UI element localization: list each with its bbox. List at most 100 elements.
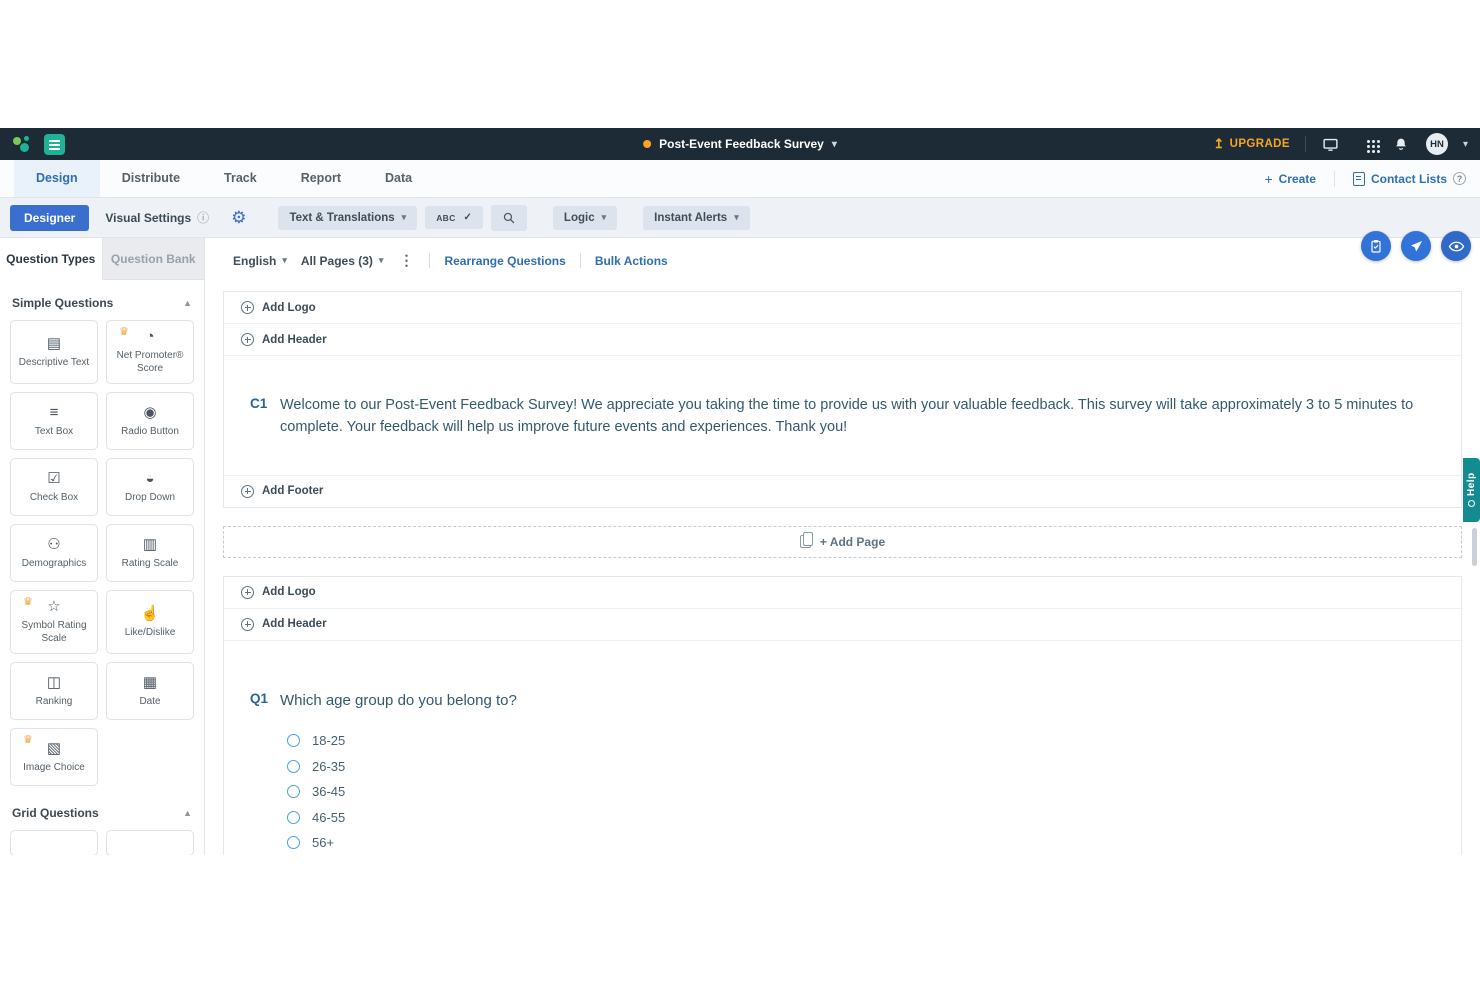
tab-data[interactable]: Data	[363, 160, 434, 197]
question-type-date[interactable]: ▦Date	[106, 662, 194, 720]
bell-icon[interactable]	[1391, 134, 1411, 154]
tab-distribute[interactable]: Distribute	[100, 160, 202, 197]
scrollbar-thumb[interactable]	[1472, 528, 1477, 566]
rearrange-questions-link[interactable]: Rearrange Questions	[444, 254, 565, 268]
add-logo-row[interactable]: Add Logo	[224, 292, 1461, 324]
question-type-card[interactable]	[10, 830, 98, 855]
divider	[1305, 136, 1306, 152]
add-header-label: Add Header	[262, 334, 327, 346]
contact-lists-button[interactable]: Contact Lists ?	[1353, 172, 1466, 186]
help-tab[interactable]: Help	[1463, 458, 1480, 522]
section-header-simple-questions[interactable]: Simple Questions ▲	[10, 288, 194, 320]
question-type-rating-scale[interactable]: ▥ Rating Scale	[106, 524, 194, 582]
question-type-label: Drop Down	[125, 491, 175, 504]
sidebar-tab-question-bank[interactable]: Question Bank	[102, 238, 205, 280]
collapse-arrow-icon[interactable]: ▲	[183, 298, 192, 308]
sidebar-body: Simple Questions ▲ ▤Descriptive Text♛◔Net …	[0, 280, 204, 855]
question-q1[interactable]: Q1 Which age group do you belong to? 18-…	[224, 641, 1461, 855]
kebab-menu-icon[interactable]: ⋮	[397, 252, 415, 269]
question-type-grid	[10, 830, 194, 855]
nav-tabs: DesignDistributeTrackReportData	[14, 160, 434, 197]
question-type-grid: ▤Descriptive Text♛◔Net Promoter® Score≡T…	[10, 320, 194, 786]
sidebar: Question TypesQuestion Bank Simple Quest…	[0, 238, 205, 855]
find-replace-button[interactable]	[491, 205, 527, 231]
descriptive-text-icon: ▤	[47, 336, 61, 351]
tab-design[interactable]: Design	[14, 160, 100, 197]
visual-settings-label: Visual Settings	[105, 211, 191, 225]
question-type-symbol-rating-scale[interactable]: ♛☆Symbol Rating Scale	[10, 590, 98, 654]
language-selector[interactable]: English ▾	[233, 254, 287, 268]
chevron-down-icon: ▾	[282, 255, 287, 266]
radio-circle-icon	[287, 836, 300, 849]
rating-scale-icon: ▥	[143, 537, 157, 552]
review-button[interactable]	[1361, 231, 1391, 261]
publish-button[interactable]	[1401, 231, 1431, 261]
nav-row: DesignDistributeTrackReportData + Create…	[0, 160, 1480, 198]
instant-alerts-button[interactable]: Instant Alerts ▾	[643, 206, 750, 230]
question-type-image-choice[interactable]: ♛▧Image Choice	[10, 728, 98, 786]
question-type-ranking[interactable]: ◫Ranking	[10, 662, 98, 720]
question-type-card[interactable]	[106, 830, 194, 855]
add-header-row[interactable]: Add Header	[224, 324, 1461, 356]
apps-grid-icon[interactable]	[1356, 134, 1376, 154]
question-type-net-promoter-score[interactable]: ♛◔Net Promoter® Score	[106, 320, 194, 384]
section-header-grid-questions[interactable]: Grid Questions▲	[10, 798, 194, 830]
question-type-radio-button[interactable]: ◉Radio Button	[106, 392, 194, 450]
tool-group: Text & Translations ▾ ABC ✓ Logic ▾	[278, 205, 749, 231]
question-type-demographics[interactable]: ⚇Demographics	[10, 524, 98, 582]
question-type-text-box[interactable]: ≡Text Box	[10, 392, 98, 450]
question-type-descriptive-text[interactable]: ▤Descriptive Text	[10, 320, 98, 384]
help-circle-icon[interactable]: ?	[1453, 172, 1466, 185]
survey-menu-icon[interactable]	[44, 134, 65, 155]
answer-option[interactable]: 46-55	[287, 805, 1435, 831]
visual-settings-button[interactable]: Visual Settings ⓘ	[97, 203, 217, 232]
monitor-icon[interactable]	[1321, 134, 1341, 154]
question-type-check-box[interactable]: ☑Check Box	[10, 458, 98, 516]
text-box-icon: ≡	[50, 405, 59, 420]
question-type-like-dislike[interactable]: ☝Like/Dislike	[106, 590, 194, 654]
survey-designer-app: Post-Event Feedback Survey ▾ ↥ UPGRADE H…	[0, 128, 1480, 855]
bulk-actions-link[interactable]: Bulk Actions	[595, 254, 668, 268]
tab-report[interactable]: Report	[279, 160, 363, 197]
avatar[interactable]: HN	[1426, 133, 1448, 155]
answer-option[interactable]: 26-35	[287, 754, 1435, 780]
survey-title-group[interactable]: Post-Event Feedback Survey ▾	[643, 137, 837, 151]
add-page-button[interactable]: + Add Page	[223, 526, 1462, 558]
premium-crown-icon: ♛	[23, 597, 33, 608]
pages-selector[interactable]: All Pages (3) ▾	[301, 254, 384, 268]
divider	[580, 253, 581, 268]
spellcheck-button[interactable]: ABC ✓	[425, 206, 483, 229]
preview-button[interactable]	[1441, 231, 1471, 261]
radio-circle-icon	[287, 811, 300, 824]
add-header-row[interactable]: Add Header	[224, 609, 1461, 641]
question-type-label: Date	[139, 695, 160, 708]
sogolytics-logo[interactable]	[12, 134, 32, 154]
add-page-label: + Add Page	[820, 535, 885, 549]
logic-button[interactable]: Logic ▾	[553, 206, 617, 230]
add-header-label: Add Header	[262, 618, 327, 630]
designer-button[interactable]: Designer	[10, 205, 89, 231]
question-code: Q1	[250, 689, 280, 855]
gear-icon[interactable]: ⚙	[225, 208, 252, 228]
plus-icon: +	[1264, 171, 1272, 187]
question-type-drop-down[interactable]: ◒Drop Down	[106, 458, 194, 516]
create-button[interactable]: + Create	[1264, 171, 1316, 187]
section-title: Simple Questions	[12, 296, 113, 310]
help-label: Help	[1466, 473, 1477, 497]
logic-label: Logic	[564, 212, 595, 224]
text-translations-button[interactable]: Text & Translations ▾	[278, 206, 417, 230]
plus-circle-icon	[241, 586, 254, 599]
chevron-down-icon[interactable]: ▾	[1463, 139, 1468, 150]
answer-option[interactable]: 18-25	[287, 728, 1435, 754]
radio-circle-icon	[287, 760, 300, 773]
collapse-arrow-icon[interactable]: ▲	[183, 808, 192, 818]
add-logo-row[interactable]: Add Logo	[224, 577, 1461, 609]
answer-option[interactable]: 56+	[287, 830, 1435, 855]
add-footer-row[interactable]: Add Footer	[224, 475, 1461, 507]
question-c1[interactable]: C1 Welcome to our Post-Event Feedback Su…	[224, 356, 1461, 475]
answer-option[interactable]: 36-45	[287, 779, 1435, 805]
sidebar-tab-question-types[interactable]: Question Types	[0, 238, 102, 280]
question-type-label: Rating Scale	[122, 557, 179, 570]
tab-track[interactable]: Track	[202, 160, 279, 197]
upgrade-button[interactable]: ↥ UPGRADE	[1213, 136, 1290, 152]
